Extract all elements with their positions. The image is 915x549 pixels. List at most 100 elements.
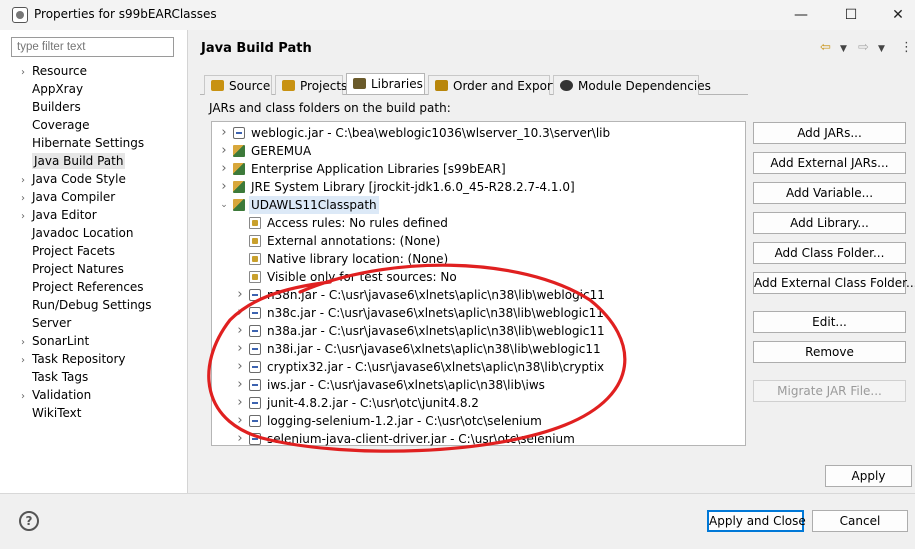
tab-libraries[interactable]: Libraries — [346, 73, 425, 94]
expand-chevron-icon[interactable]: › — [234, 286, 246, 304]
tab-source[interactable]: Source — [204, 75, 272, 95]
minimize-button[interactable]: — — [783, 4, 819, 26]
collapse-chevron-icon[interactable]: ⌄ — [218, 196, 230, 214]
nav-item-java-build-path[interactable]: Java Build Path — [14, 152, 126, 170]
tree-row[interactable]: › n38a.jar - C:\usr\javase6\xlnets\aplic\… — [212, 322, 742, 340]
nav-item-resource[interactable]: › Resource — [14, 62, 87, 80]
nav-item-server[interactable]: Server — [14, 314, 71, 332]
tree-row[interactable]: Native library location: (None) — [212, 250, 742, 268]
nav-item-label: Java Compiler — [32, 190, 116, 204]
tree-row[interactable]: › n38c.jar - C:\usr\javase6\xlnets\aplic\… — [212, 304, 742, 322]
expand-chevron-icon[interactable]: › — [234, 322, 246, 340]
tree-row-label: logging-selenium-1.2.jar - C:\usr\otc\se… — [267, 414, 542, 428]
library-icon — [233, 145, 245, 157]
nav-item-label: AppXray — [32, 82, 84, 96]
add-external-jars-button[interactable]: Add External JARs... — [753, 152, 906, 174]
back-menu-chevron-icon[interactable]: ▼ — [840, 44, 847, 54]
apply-button[interactable]: Apply — [825, 465, 912, 487]
expand-chevron-icon[interactable]: › — [218, 142, 230, 160]
nav-item-java-compiler[interactable]: › Java Compiler — [14, 188, 115, 206]
tree-row[interactable]: › GEREMUA — [212, 142, 742, 160]
expand-chevron-icon[interactable]: › — [218, 124, 230, 142]
nav-item-label: Run/Debug Settings — [32, 298, 152, 312]
tree-row[interactable]: › n38n.jar - C:\usr\javase6\xlnets\aplic\… — [212, 286, 742, 304]
tree-row-label: junit-4.8.2.jar - C:\usr\otc\junit4.8.2 — [267, 396, 479, 410]
nav-item-javadoc-location[interactable]: Javadoc Location — [14, 224, 133, 242]
tab-label: Source — [229, 79, 271, 93]
build-path-tree[interactable]: › weblogic.jar - C:\bea\weblogic1036\wlse… — [211, 121, 746, 446]
tree-row[interactable]: External annotations: (None) — [212, 232, 742, 250]
nav-item-coverage[interactable]: Coverage — [14, 116, 90, 134]
expand-chevron-icon[interactable]: › — [234, 394, 246, 412]
jar-icon — [249, 397, 261, 409]
native-library-icon — [249, 253, 261, 265]
nav-item-label: Java Editor — [32, 208, 97, 222]
tree-row[interactable]: Access rules: No rules defined — [212, 214, 742, 232]
expand-chevron-icon[interactable]: › — [218, 178, 230, 196]
add-variable-button[interactable]: Add Variable... — [753, 182, 906, 204]
nav-item-project-references[interactable]: Project References — [14, 278, 144, 296]
migrate-jar-button[interactable]: Migrate JAR File... — [753, 380, 906, 402]
nav-item-label: Coverage — [32, 118, 90, 132]
tab-module-dependencies[interactable]: Module Dependencies — [553, 75, 711, 95]
filter-input[interactable] — [11, 37, 174, 57]
tree-row-label: n38c.jar - C:\usr\javase6\xlnets\aplic\n… — [267, 306, 604, 320]
add-library-button[interactable]: Add Library... — [753, 212, 906, 234]
nav-item-wikitext[interactable]: WikiText — [14, 404, 82, 422]
close-button[interactable]: ✕ — [880, 4, 915, 26]
tab-projects[interactable]: Projects — [275, 75, 347, 95]
cancel-button[interactable]: Cancel — [812, 510, 908, 532]
nav-item-label: Project Natures — [32, 262, 124, 276]
help-icon[interactable]: ? — [19, 511, 39, 531]
tree-row-label: Access rules: No rules defined — [267, 216, 448, 230]
tree-row-label: Enterprise Application Libraries [s99bEA… — [251, 162, 506, 176]
tree-row[interactable]: › iws.jar - C:\usr\javase6\xlnets\aplic\n… — [212, 376, 742, 394]
expand-chevron-icon[interactable]: › — [234, 340, 246, 358]
edit-button[interactable]: Edit... — [753, 311, 906, 333]
tree-row[interactable]: › n38i.jar - C:\usr\javase6\xlnets\aplic\… — [212, 340, 742, 358]
tree-row[interactable]: Visible only for test sources: No — [212, 268, 742, 286]
expand-chevron-icon[interactable]: › — [234, 304, 246, 322]
window-title: Properties for s99bEARClasses — [34, 7, 217, 21]
add-jars-button[interactable]: Add JARs... — [753, 122, 906, 144]
nav-item-java-code-style[interactable]: › Java Code Style — [14, 170, 126, 188]
jar-icon — [249, 343, 261, 355]
view-menu-icon[interactable]: ⋮ — [900, 40, 913, 55]
tab-order-and-export[interactable]: Order and Export — [428, 75, 557, 95]
tree-row[interactable]: › cryptix32.jar - C:\usr\javase6\xlnets\a… — [212, 358, 742, 376]
expand-chevron-icon[interactable]: › — [218, 160, 230, 178]
tree-row[interactable]: › logging-selenium-1.2.jar - C:\usr\otc\s… — [212, 412, 742, 430]
nav-item-java-editor[interactable]: › Java Editor — [14, 206, 97, 224]
expand-chevron-icon[interactable]: › — [234, 376, 246, 394]
nav-item-task-repository[interactable]: › Task Repository — [14, 350, 126, 368]
forward-arrow-icon[interactable]: ⇨ — [858, 40, 869, 55]
tree-row[interactable]: ⌄ UDAWLS11Classpath — [212, 196, 742, 214]
expand-chevron-icon[interactable]: › — [234, 430, 246, 448]
library-icon — [233, 181, 245, 193]
nav-item-builders[interactable]: Builders — [14, 98, 81, 116]
tree-row[interactable]: › junit-4.8.2.jar - C:\usr\otc\junit4.8.2 — [212, 394, 742, 412]
nav-item-label: Resource — [32, 64, 88, 78]
nav-item-task-tags[interactable]: Task Tags — [14, 368, 88, 386]
back-arrow-icon[interactable]: ⇦ — [820, 40, 831, 55]
remove-button[interactable]: Remove — [753, 341, 906, 363]
nav-item-project-natures[interactable]: Project Natures — [14, 260, 124, 278]
nav-item-appxray[interactable]: AppXray — [14, 80, 83, 98]
nav-item-validation[interactable]: › Validation — [14, 386, 91, 404]
library-icon — [233, 163, 245, 175]
tree-row[interactable]: › Enterprise Application Libraries [s99bE… — [212, 160, 742, 178]
tree-row[interactable]: › JRE System Library [jrockit-jdk1.6.0_45… — [212, 178, 742, 196]
apply-and-close-button[interactable]: Apply and Close — [707, 510, 806, 532]
forward-menu-chevron-icon[interactable]: ▼ — [878, 44, 885, 54]
expand-chevron-icon[interactable]: › — [234, 412, 246, 430]
nav-item-sonarlint[interactable]: › SonarLint — [14, 332, 89, 350]
expand-chevron-icon[interactable]: › — [234, 358, 246, 376]
tree-row[interactable]: › weblogic.jar - C:\bea\weblogic1036\wlse… — [212, 124, 742, 142]
maximize-button[interactable]: ☐ — [833, 4, 869, 26]
add-class-folder-button[interactable]: Add Class Folder... — [753, 242, 906, 264]
add-external-class-folder-button[interactable]: Add External Class Folder... — [753, 272, 915, 294]
nav-item-project-facets[interactable]: Project Facets — [14, 242, 115, 260]
tree-row[interactable]: › selenium-java-client-driver.jar - C:\us… — [212, 430, 742, 448]
nav-item-run-debug-settings[interactable]: Run/Debug Settings — [14, 296, 152, 314]
nav-item-hibernate-settings[interactable]: Hibernate Settings — [14, 134, 144, 152]
